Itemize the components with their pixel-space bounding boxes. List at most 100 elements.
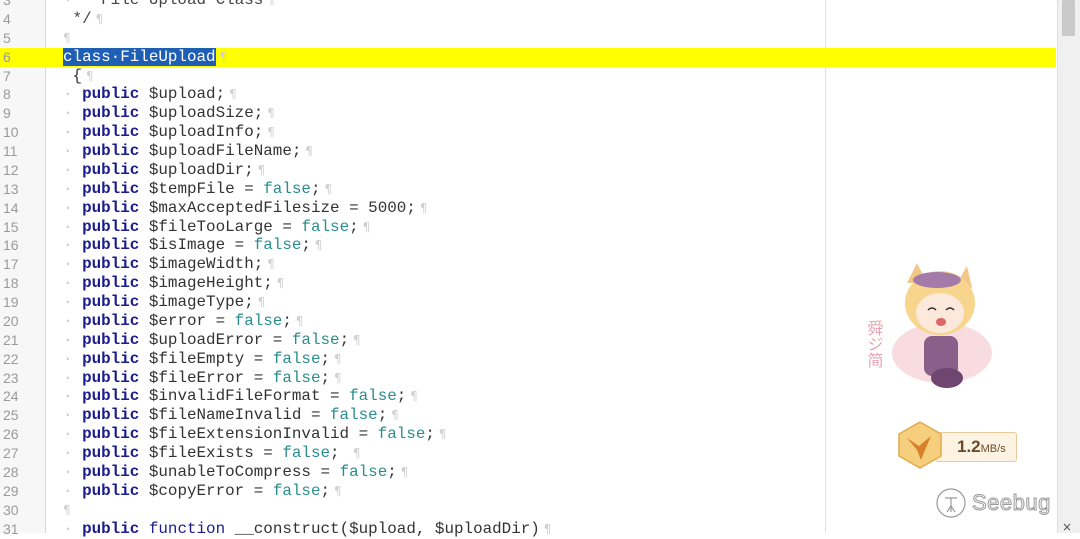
code-token-op xyxy=(139,520,149,538)
code-token-kw: public xyxy=(82,255,140,274)
code-token-cm: */ xyxy=(72,9,92,28)
indent-marker: · xyxy=(63,198,83,217)
code-line[interactable]: 12 · public $uploadDir; ¶ xyxy=(0,161,1056,180)
code-line[interactable]: 14 · public $maxAcceptedFilesize = 5000; … xyxy=(0,199,1056,218)
line-number: 27 xyxy=(3,445,19,462)
indent-marker: · xyxy=(63,387,83,406)
pilcrow-mark: ¶ xyxy=(406,389,418,404)
code-token-bool: false xyxy=(282,444,331,463)
code-line[interactable]: 15 · public $fileTooLarge = false; ¶ xyxy=(0,218,1056,237)
code-text: { ¶ xyxy=(63,67,94,86)
code-text: · public $imageType; ¶ xyxy=(63,293,265,312)
code-token-bool: false xyxy=(349,387,397,406)
close-icon[interactable]: × xyxy=(1062,520,1072,534)
line-number: 26 xyxy=(3,426,19,443)
code-line[interactable]: 29 · public $copyError = false; ¶ xyxy=(0,482,1056,501)
code-token-kw: public xyxy=(82,274,140,293)
code-line[interactable]: 9 · public $uploadSize; ¶ xyxy=(0,104,1056,123)
line-number: 7 xyxy=(3,67,11,84)
code-token-op: ; xyxy=(310,179,321,198)
code-text: · public $fileExtensionInvalid = false; … xyxy=(63,425,446,444)
code-token-kw: public xyxy=(82,349,140,368)
code-token-var: $uploadSize; xyxy=(139,104,264,123)
seebug-watermark: Seebug xyxy=(934,486,1051,520)
indent-marker: · xyxy=(63,179,83,198)
code-line[interactable]: 4 */ ¶ xyxy=(0,10,1056,29)
code-token-op: ; xyxy=(406,198,416,217)
indent-marker: · xyxy=(63,274,83,293)
code-token-bool: false xyxy=(330,406,378,425)
line-number: 14 xyxy=(3,199,19,216)
code-token-op: ; xyxy=(330,444,350,463)
code-text: · public function __construct($upload, $… xyxy=(63,520,551,539)
line-number: 8 xyxy=(3,86,11,103)
code-text: · public $uploadError = false; ¶ xyxy=(63,331,361,350)
pilcrow-mark: ¶ xyxy=(415,200,428,215)
code-line[interactable]: 13 · public $tempFile = false; ¶ xyxy=(0,180,1056,199)
line-number: 3 xyxy=(3,0,11,8)
pilcrow-mark: ¶ xyxy=(272,276,285,291)
code-line[interactable]: 6 class·FileUpload ¶ xyxy=(0,47,1056,67)
indent-marker: · xyxy=(63,255,83,274)
line-number: 28 xyxy=(3,464,19,480)
code-token-kw: public xyxy=(82,179,140,198)
speed-readout: 1.2MB/s xyxy=(957,437,1006,457)
code-line[interactable]: 10 · public $uploadInfo; ¶ xyxy=(0,123,1056,142)
code-text: · public $tempFile = false; ¶ xyxy=(63,180,332,199)
code-token-op: ; xyxy=(339,330,350,349)
code-line[interactable]: 16 · public $isImage = false; ¶ xyxy=(0,236,1056,255)
line-number: 31 xyxy=(3,520,19,537)
pilcrow-mark: ¶ xyxy=(320,181,332,196)
network-speed-widget[interactable]: 1.2MB/s xyxy=(895,420,1020,470)
code-token-kw: public xyxy=(82,425,140,444)
line-number: 29 xyxy=(3,482,19,499)
code-token-var: $error = xyxy=(139,311,235,330)
code-line[interactable]: 7 { ¶ xyxy=(0,67,1056,86)
code-line[interactable]: 30 ¶ xyxy=(0,501,1056,520)
pilcrow-mark: ¶ xyxy=(330,483,342,498)
line-number: 11 xyxy=(3,143,18,160)
indent-marker: · xyxy=(63,368,83,387)
seebug-logo-icon xyxy=(936,488,966,518)
code-token-var: $uploadFileName; xyxy=(139,142,302,161)
code-token-kw: public xyxy=(82,85,140,104)
code-line[interactable]: 11 · public $uploadFileName; ¶ xyxy=(0,142,1056,161)
code-token-fn: function xyxy=(148,519,226,538)
code-token-var: $fileExists = xyxy=(139,444,283,463)
code-token-var: $maxAcceptedFilesize = xyxy=(139,198,369,217)
code-token-op: ; xyxy=(282,311,292,330)
mascot-caption: 舜ジ简 xyxy=(865,320,884,369)
line-number: 5 xyxy=(3,29,11,46)
code-line[interactable]: 5 ¶ xyxy=(0,29,1056,48)
code-line[interactable]: 8 · public $upload; ¶ xyxy=(0,85,1056,104)
code-token-bool: false xyxy=(291,330,340,349)
line-number: 18 xyxy=(3,275,19,292)
scrollbar-thumb[interactable] xyxy=(1062,0,1075,36)
code-token-kw: public xyxy=(82,198,140,217)
indent-marker: · xyxy=(63,406,83,425)
anime-mascot-image: 舜ジ简 xyxy=(865,263,992,388)
seebug-watermark-text: Seebug xyxy=(972,490,1051,516)
vertical-scrollbar[interactable] xyxy=(1057,0,1080,533)
indent-marker: · xyxy=(63,236,83,255)
indent-marker: · xyxy=(63,349,83,368)
code-text: · public $isImage = false; ¶ xyxy=(63,236,322,255)
code-text: · public $copyError = false; ¶ xyxy=(63,482,342,501)
code-text: ¶ xyxy=(63,501,71,520)
code-text: · public $fileTooLarge = false; ¶ xyxy=(63,218,370,237)
code-token-bool: false xyxy=(377,425,426,444)
code-token-sel: class·FileUpload xyxy=(63,47,216,66)
pilcrow-mark: ¶ xyxy=(263,257,275,272)
code-text: · public $imageWidth; ¶ xyxy=(63,255,275,274)
indent-marker: · xyxy=(63,104,83,123)
code-text: · public $uploadSize; ¶ xyxy=(63,104,275,123)
pilcrow-mark: ¶ xyxy=(225,87,237,102)
code-line[interactable]: 3 · * File Upload Class ¶ xyxy=(0,0,1056,10)
line-number: 25 xyxy=(3,407,19,424)
line-number: 4 xyxy=(3,10,11,27)
line-number: 15 xyxy=(3,218,19,235)
code-token-bool: false xyxy=(301,217,350,236)
code-token-op: ; xyxy=(301,236,311,255)
code-token-kw: public xyxy=(82,217,140,236)
code-line[interactable]: 31 · public function __construct($upload,… xyxy=(0,520,1056,539)
